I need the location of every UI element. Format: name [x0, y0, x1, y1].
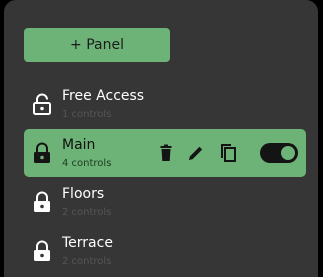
panel-item-free-access[interactable]: Free Access 1 controls: [24, 80, 306, 128]
add-panel-button[interactable]: + Panel: [24, 28, 170, 62]
panel-manager: + Panel Free Access 1 controls Main 4 co…: [4, 0, 318, 277]
panel-item-actions: [154, 141, 300, 165]
pencil-icon[interactable]: [184, 141, 208, 165]
panel-item-subtitle: 4 controls: [62, 158, 112, 169]
lock-icon: [33, 142, 51, 164]
panel-item-terrace[interactable]: Terrace 2 controls: [24, 227, 306, 275]
toggle-knob: [281, 146, 295, 160]
panel-item-subtitle: 1 controls: [62, 109, 112, 120]
panel-item-subtitle: 2 controls: [62, 256, 112, 267]
panel-item-name: Main: [62, 137, 96, 153]
panel-list: Free Access 1 controls Main 4 controls F…: [24, 80, 306, 276]
panel-enable-toggle[interactable]: [260, 143, 298, 163]
panel-item-name: Terrace: [62, 235, 113, 251]
panel-item-subtitle: 2 controls: [62, 207, 112, 218]
panel-item-name: Floors: [62, 186, 105, 202]
lock-open-icon: [33, 93, 51, 115]
lock-icon: [33, 240, 51, 262]
panel-item-main[interactable]: Main 4 controls: [24, 129, 306, 177]
copy-icon[interactable]: [216, 141, 240, 165]
panel-item-name: Free Access: [62, 88, 145, 104]
panel-item-floors[interactable]: Floors 2 controls: [24, 178, 306, 226]
lock-icon: [33, 191, 51, 213]
trash-icon[interactable]: [154, 141, 178, 165]
